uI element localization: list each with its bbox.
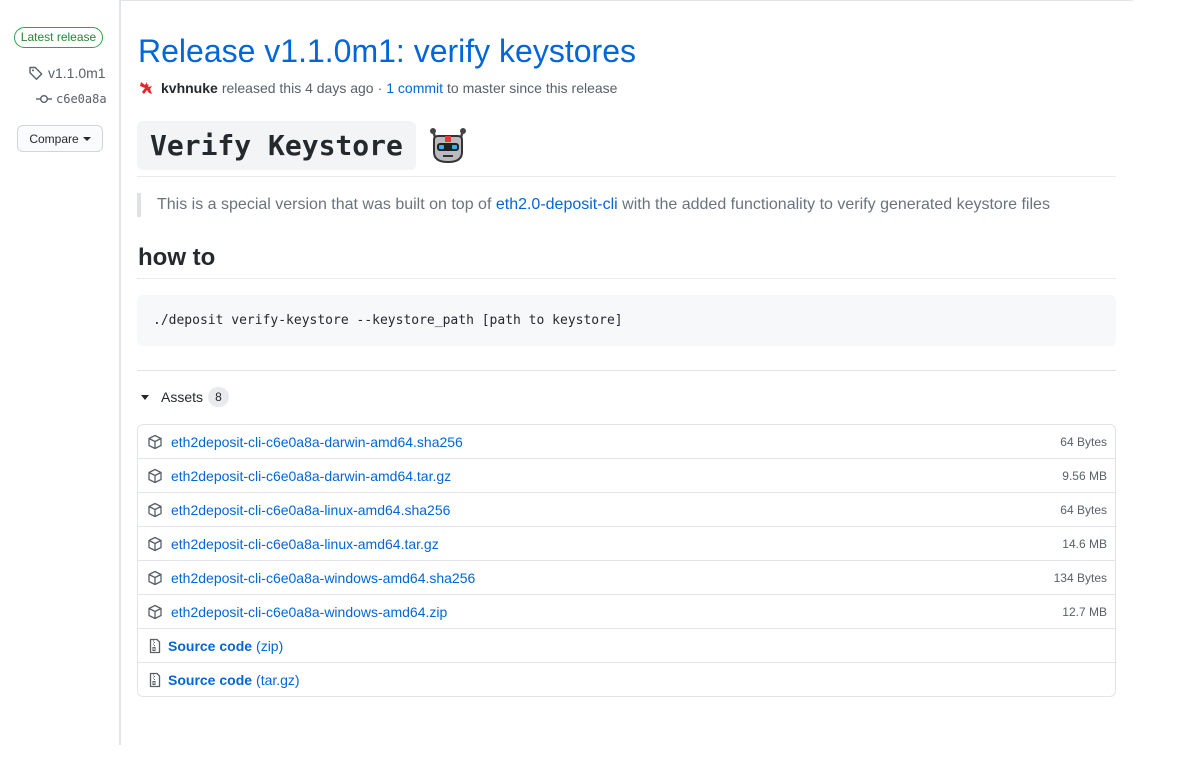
caret-down-icon [82,136,91,141]
tag-link[interactable]: v1.1.0m1 [28,64,106,82]
package-icon [148,468,162,483]
tag-name: v1.1.0m1 [48,65,106,81]
meta-separator: · [377,80,383,96]
assets-divider [137,370,1116,371]
latest-release-badge: Latest release [14,27,103,48]
source-format: (tar.gz) [256,671,300,688]
released-text: released this 4 days ago [221,80,374,96]
asset-size: 12.7 MB [1062,604,1107,619]
commit-icon [36,95,52,103]
heading-code: Verify Keystore [137,121,416,170]
asset-row[interactable]: eth2deposit-cli-c6e0a8a-darwin-amd64.sha… [138,425,1115,458]
commit-link[interactable]: c6e0a8a [36,91,107,107]
file-zip-icon [149,672,161,687]
asset-link[interactable]: eth2deposit-cli-c6e0a8a-darwin-amd64.tar… [171,468,451,484]
asset-row[interactable]: eth2deposit-cli-c6e0a8a-darwin-amd64.tar… [138,458,1115,492]
assets-toggle[interactable]: Assets 8 [141,387,230,407]
source-row[interactable]: Source code (zip) [138,628,1115,662]
asset-row[interactable]: eth2deposit-cli-c6e0a8a-linux-amd64.sha2… [138,492,1115,526]
triangle-down-icon [141,394,149,400]
robot-icon [429,127,466,163]
asset-link[interactable]: eth2deposit-cli-c6e0a8a-darwin-amd64.sha… [171,434,463,450]
author-link[interactable]: kvhnuke [161,80,218,96]
asset-size: 64 Bytes [1060,434,1107,449]
asset-size: 9.56 MB [1062,468,1107,483]
code-block: ./deposit verify-keystore --keystore_pat… [137,295,1116,346]
howto-divider [137,278,1116,279]
package-icon [148,502,162,517]
source-targz-link[interactable]: Source code [168,672,252,688]
tag-icon [29,66,43,80]
avatar[interactable] [138,79,156,97]
compare-button[interactable]: Compare [17,125,103,152]
source-format: (zip) [256,637,284,654]
asset-link[interactable]: eth2deposit-cli-c6e0a8a-windows-amd64.sh… [171,570,475,586]
asset-size: 134 Bytes [1053,570,1107,585]
package-icon [148,604,162,619]
markdown-heading: Verify Keystore [137,121,468,170]
assets-count: 8 [208,387,230,407]
compare-label: Compare [29,131,79,146]
asset-size: 14.6 MB [1062,536,1107,551]
howto-heading: how to [138,244,216,271]
top-divider [120,0,1133,1]
quote-suffix: with the added functionality to verify g… [622,196,1050,213]
asset-link[interactable]: eth2deposit-cli-c6e0a8a-linux-amd64.sha2… [171,502,450,518]
asset-link[interactable]: eth2deposit-cli-c6e0a8a-windows-amd64.zi… [171,604,447,620]
assets-list: eth2deposit-cli-c6e0a8a-darwin-amd64.sha… [137,424,1116,697]
asset-size: 64 Bytes [1060,502,1107,517]
asset-link[interactable]: eth2deposit-cli-c6e0a8a-linux-amd64.tar.… [171,536,439,552]
release-title[interactable]: Release v1.1.0m1: verify keystores [138,30,636,72]
commit-sha: c6e0a8a [56,92,107,106]
package-icon [148,536,162,551]
heading-divider [137,176,1116,177]
commits-suffix: to master since this release [447,80,618,96]
asset-row[interactable]: eth2deposit-cli-c6e0a8a-linux-amd64.tar.… [138,526,1115,560]
package-icon [148,434,162,449]
release-meta: kvhnuke released this 4 days ago · 1 com… [138,79,617,97]
asset-row[interactable]: eth2deposit-cli-c6e0a8a-windows-amd64.sh… [138,560,1115,594]
deposit-cli-link[interactable]: eth2.0-deposit-cli [496,196,618,213]
commits-link[interactable]: 1 commit [386,80,443,96]
asset-row[interactable]: eth2deposit-cli-c6e0a8a-windows-amd64.zi… [138,594,1115,628]
package-icon [148,570,162,585]
source-row[interactable]: Source code (tar.gz) [138,662,1115,696]
quote-prefix: This is a special version that was built… [157,196,492,213]
source-zip-link[interactable]: Source code [168,638,252,654]
timeline-divider [119,0,121,745]
assets-label: Assets [161,389,204,405]
file-zip-icon [149,638,161,653]
description-quote: This is a special version that was built… [137,193,1050,217]
